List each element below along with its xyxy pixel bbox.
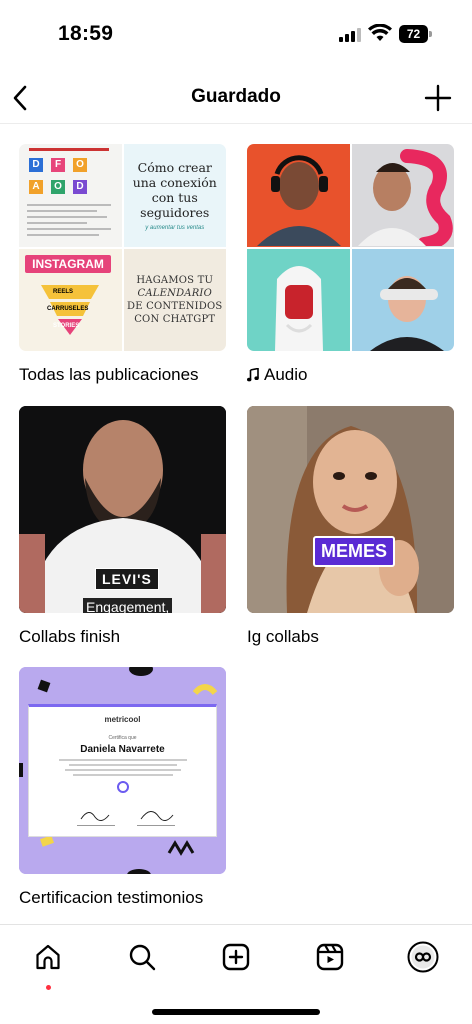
- memes-badge: MEMES: [313, 536, 396, 567]
- collection-label: Audio: [247, 365, 454, 385]
- page-title: Guardado: [191, 86, 281, 107]
- status-time: 18:59: [58, 22, 114, 45]
- battery-icon: 72: [399, 25, 432, 43]
- collection-all-posts[interactable]: D F O A O D Cómo crear una conexión con …: [19, 144, 226, 385]
- tab-create[interactable]: [214, 937, 258, 977]
- audio-thumb-4: [351, 248, 454, 351]
- cellular-signal-icon: [339, 28, 361, 42]
- collection-ig-collabs[interactable]: MEMES Ig collabs: [247, 406, 454, 647]
- instagram-funnel-thumb: INSTAGRAM REELS CARRUSELES STORIES: [19, 248, 122, 351]
- collection-label: Collabs finish: [19, 627, 121, 646]
- notification-dot: [46, 985, 51, 990]
- audio-thumb-1: [247, 144, 350, 247]
- calendario-thumb: HAGAMOS TU CALENDARIO DE CONTENIDOS CON …: [123, 248, 226, 351]
- create-icon: [222, 943, 250, 971]
- video-caption: Engagement,: [83, 598, 173, 613]
- collection-thumbnail: [247, 144, 454, 351]
- collection-collabs-finish[interactable]: LEVI'S Engagement, Collabs finish: [19, 406, 226, 647]
- collection-label: Certificacion testimonios: [19, 888, 204, 907]
- header: Guardado: [0, 72, 472, 124]
- profile-icon: [407, 941, 439, 973]
- battery-level: 72: [399, 25, 428, 43]
- plus-icon: [424, 84, 452, 112]
- tab-profile[interactable]: [401, 937, 445, 977]
- collection-thumbnail: MEMES: [247, 406, 454, 613]
- infographic-thumb: D F O A O D: [19, 144, 122, 247]
- status-bar: 18:59 72: [0, 0, 472, 64]
- conexion-thumb: Cómo crear una conexión con tus seguidor…: [123, 144, 226, 247]
- collection-certificacion-testimonios[interactable]: metricool Certifica que Daniela Navarret…: [19, 667, 226, 908]
- reels-icon: [316, 943, 344, 971]
- audio-thumb-2: [351, 144, 454, 247]
- search-icon: [129, 944, 156, 971]
- tab-reels[interactable]: [308, 937, 352, 977]
- audio-thumb-3: [247, 248, 350, 351]
- collection-thumbnail: LEVI'S Engagement,: [19, 406, 226, 613]
- bottom-tab-bar: [0, 924, 472, 1024]
- music-note-icon: [247, 368, 259, 382]
- certificate-brand: metricool: [104, 715, 141, 724]
- wifi-icon: [368, 23, 392, 42]
- certificate-subtitle: Certifica que: [108, 735, 137, 741]
- tab-home[interactable]: [26, 937, 70, 990]
- shirt-logo: LEVI'S: [95, 568, 159, 590]
- collection-thumbnail: D F O A O D Cómo crear una conexión con …: [19, 144, 226, 351]
- home-indicator: [152, 1009, 320, 1015]
- home-icon: [36, 944, 60, 970]
- collection-thumbnail: metricool Certifica que Daniela Navarret…: [19, 667, 226, 874]
- collection-audio[interactable]: Audio: [247, 144, 454, 385]
- certificate-name: Daniela Navarrete: [80, 744, 165, 755]
- certificate: metricool Certifica que Daniela Navarret…: [28, 704, 217, 837]
- add-collection-button[interactable]: [422, 82, 454, 114]
- tab-search[interactable]: [120, 937, 164, 977]
- collection-label: Todas las publicaciones: [19, 365, 199, 384]
- collection-label: Ig collabs: [247, 627, 319, 646]
